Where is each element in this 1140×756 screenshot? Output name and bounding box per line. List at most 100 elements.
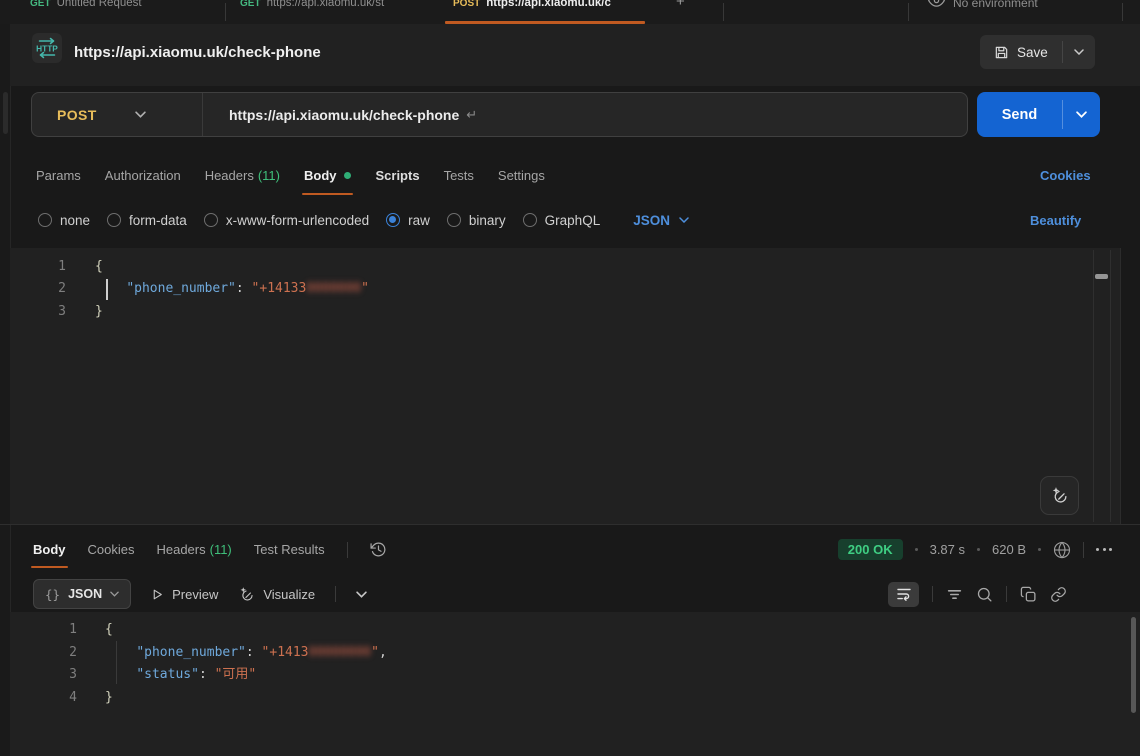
save-options-button[interactable] bbox=[1063, 35, 1095, 69]
tab-settings[interactable]: Settings bbox=[498, 155, 545, 196]
radio-circle bbox=[523, 213, 537, 227]
request-header: HTTP https://api.xiaomu.uk/check-phone S… bbox=[10, 24, 1140, 86]
editor-scrollbar[interactable] bbox=[1093, 250, 1111, 522]
copy-icon[interactable] bbox=[1020, 586, 1037, 603]
divider bbox=[335, 586, 336, 602]
radio-circle bbox=[38, 213, 52, 227]
divider bbox=[932, 586, 933, 602]
method-badge-post: POST bbox=[453, 0, 480, 9]
radio-none[interactable]: none bbox=[38, 213, 90, 228]
ai-assistant-button[interactable] bbox=[1040, 476, 1079, 515]
add-tab-button[interactable]: + bbox=[676, 0, 685, 10]
url-input[interactable]: https://api.xiaomu.uk/check-phone ↵ bbox=[203, 93, 477, 136]
tab-tests[interactable]: Tests bbox=[444, 155, 474, 196]
url-value: https://api.xiaomu.uk/check-phone bbox=[229, 107, 459, 123]
visualize-button[interactable]: Visualize bbox=[238, 586, 315, 603]
environment-eye-icon[interactable] bbox=[928, 0, 952, 24]
json-string-value: "+14133 bbox=[252, 281, 307, 296]
divider bbox=[347, 542, 348, 558]
line-number: 4 bbox=[37, 687, 77, 710]
divider bbox=[0, 524, 1140, 525]
clock-history-icon[interactable] bbox=[370, 541, 387, 558]
request-title: https://api.xiaomu.uk/check-phone bbox=[74, 44, 321, 61]
response-tab-headers[interactable]: Headers(11) bbox=[156, 530, 231, 569]
radio-form-data[interactable]: form-data bbox=[107, 213, 187, 228]
request-tabs: Params Authorization Headers(11) Body Sc… bbox=[36, 155, 545, 196]
send-options-button[interactable] bbox=[1063, 92, 1100, 137]
tab-params[interactable]: Params bbox=[36, 155, 81, 196]
scrollbar-thumb[interactable] bbox=[1095, 274, 1108, 279]
sparkle-circle-icon bbox=[1050, 486, 1069, 505]
panel-border bbox=[1120, 248, 1121, 524]
save-label: Save bbox=[1017, 45, 1048, 60]
chevron-down-icon bbox=[1076, 111, 1087, 118]
chevron-down-icon bbox=[356, 591, 367, 598]
json-key: "phone_number" bbox=[136, 645, 246, 660]
response-size[interactable]: 620 B bbox=[992, 542, 1026, 557]
dot-separator bbox=[915, 548, 918, 551]
wrap-text-button[interactable] bbox=[888, 582, 919, 607]
response-body-viewer[interactable]: 1 { 2 "phone_number": "+141300000000", 3… bbox=[10, 612, 1140, 756]
play-icon bbox=[151, 588, 164, 601]
workspace-tab-untitled[interactable]: GET Untitled Request bbox=[30, 0, 216, 24]
line-number: 3 bbox=[26, 301, 66, 323]
filter-lines-icon[interactable] bbox=[946, 586, 963, 603]
json-key: "status" bbox=[136, 667, 199, 682]
globe-icon[interactable] bbox=[1053, 541, 1071, 559]
tab-headers[interactable]: Headers(11) bbox=[205, 155, 280, 196]
radio-x-www-form-urlencoded[interactable]: x-www-form-urlencoded bbox=[204, 213, 369, 228]
svg-text:HTTP: HTTP bbox=[36, 43, 58, 53]
response-format-dropdown[interactable]: {} JSON bbox=[33, 579, 131, 609]
tab-body[interactable]: Body bbox=[304, 155, 352, 196]
url-bar: POST https://api.xiaomu.uk/check-phone ↵ bbox=[31, 92, 968, 137]
ellipsis-icon[interactable] bbox=[1096, 548, 1112, 551]
workspace-tab-title: https://api.xiaomu.uk/st bbox=[267, 0, 385, 9]
response-tab-test-results[interactable]: Test Results bbox=[254, 530, 325, 569]
beautify-link[interactable]: Beautify bbox=[1030, 204, 1081, 236]
send-split-button: Send bbox=[977, 92, 1100, 137]
status-badge[interactable]: 200 OK bbox=[838, 539, 903, 560]
tab-divider bbox=[1122, 3, 1123, 21]
chevron-down-icon bbox=[679, 217, 689, 223]
magnifier-icon[interactable] bbox=[976, 586, 993, 603]
scrollbar-thumb[interactable] bbox=[1131, 617, 1136, 713]
language-dropdown[interactable]: JSON bbox=[633, 213, 689, 228]
json-string-value: "+1413 bbox=[262, 645, 309, 660]
code-line: 3 } bbox=[10, 301, 1120, 323]
line-number: 2 bbox=[26, 278, 66, 300]
method-badge-get: GET bbox=[240, 0, 261, 9]
cookies-link[interactable]: Cookies bbox=[1040, 155, 1091, 196]
code-line: 1 { bbox=[10, 619, 1140, 642]
body-modified-dot bbox=[344, 172, 351, 179]
workspace-tab-title: https://api.xiaomu.uk/c bbox=[486, 0, 611, 9]
send-button[interactable]: Send bbox=[977, 92, 1062, 137]
radio-binary[interactable]: binary bbox=[447, 213, 506, 228]
radio-circle bbox=[204, 213, 218, 227]
radio-graphql[interactable]: GraphQL bbox=[523, 213, 601, 228]
workspace-tab-2[interactable]: GET https://api.xiaomu.uk/st bbox=[240, 0, 436, 24]
line-number: 2 bbox=[37, 642, 77, 665]
code-line: 2 "phone_number": "+141300000000", bbox=[10, 642, 1140, 665]
tab-authorization[interactable]: Authorization bbox=[105, 155, 181, 196]
tab-scripts[interactable]: Scripts bbox=[375, 155, 419, 196]
response-time[interactable]: 3.87 s bbox=[930, 542, 965, 557]
request-body-editor[interactable]: 1 { 2 "phone_number": "+141330000000" 3 … bbox=[10, 248, 1120, 524]
more-formats-chevron[interactable] bbox=[356, 591, 367, 598]
preview-button[interactable]: Preview bbox=[151, 587, 218, 602]
response-tab-cookies[interactable]: Cookies bbox=[88, 530, 135, 569]
response-tab-body[interactable]: Body bbox=[33, 530, 66, 569]
method-dropdown[interactable]: POST bbox=[32, 93, 202, 136]
method-badge-get: GET bbox=[30, 0, 51, 9]
link-icon[interactable] bbox=[1050, 586, 1067, 603]
sparkle-circle-icon bbox=[238, 586, 255, 603]
line-number: 3 bbox=[37, 664, 77, 687]
radio-circle bbox=[447, 213, 461, 227]
radio-raw[interactable]: raw bbox=[386, 213, 430, 228]
save-button[interactable]: Save bbox=[980, 35, 1062, 69]
sidebar-handle[interactable] bbox=[3, 92, 8, 134]
chevron-down-icon bbox=[110, 591, 119, 597]
environment-selector[interactable]: No environment bbox=[953, 0, 1113, 24]
radio-circle bbox=[107, 213, 121, 227]
workspace-tab-title: Untitled Request bbox=[57, 0, 142, 9]
divider bbox=[1083, 542, 1084, 558]
